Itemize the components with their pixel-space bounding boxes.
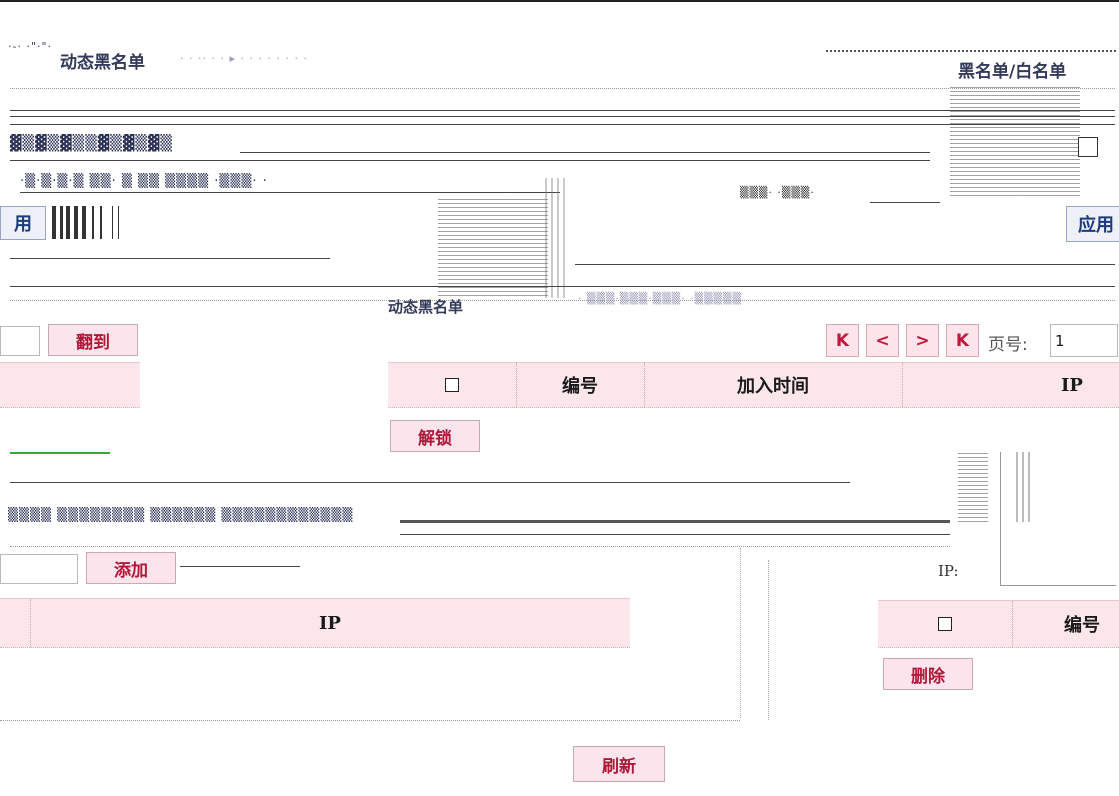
- divider: [10, 452, 110, 454]
- refresh-button-label: 刷新: [602, 756, 636, 777]
- divider: [10, 482, 850, 483]
- bar-decoration: [112, 206, 113, 239]
- column-header-number[interactable]: 编号: [1012, 601, 1119, 647]
- unlock-button[interactable]: 解锁: [390, 420, 480, 452]
- checkbox[interactable]: [1078, 137, 1098, 157]
- divider: [180, 566, 300, 567]
- bar-decoration: [100, 206, 102, 239]
- ip-list-table-header: 编号: [878, 600, 1119, 648]
- select-all-checkbox[interactable]: [445, 378, 459, 392]
- settings-text-row: ▒▒▒▒ ▒▒▒▒▒▒▒▒ ▒▒▒▒▒▒ ▒▒▒▒▒▒▒▒▒▒▒▒: [8, 508, 354, 523]
- apply-button-label: 应用: [1078, 215, 1114, 236]
- blacklist-table-header: 编号 加入时间 IP: [388, 362, 1119, 408]
- divider: [575, 264, 1115, 265]
- select-all-cell[interactable]: [878, 601, 1012, 647]
- glitch-block: [950, 86, 1080, 196]
- add-button-label: 添加: [114, 560, 148, 581]
- column-header-ip[interactable]: IP: [902, 363, 1119, 407]
- header-noise: · ▒▒▒·▒▒▒·▒▒▒· ·▒▒▒▒▒: [578, 292, 742, 305]
- settings-text-row: ▓▒▓▒▓▒▒▓▒▓▒▓▒: [10, 134, 173, 152]
- delete-button[interactable]: 删除: [883, 658, 973, 690]
- page-label: 页号:: [988, 335, 1028, 355]
- divider: [0, 720, 740, 721]
- panel-border: [768, 560, 770, 720]
- divider: [240, 152, 930, 153]
- whitelist-table-header: IP: [0, 598, 630, 648]
- ip-label: IP:: [938, 562, 959, 580]
- bar-decoration: [66, 206, 70, 239]
- page-jump-input[interactable]: [0, 326, 40, 356]
- select-all-cell[interactable]: [388, 363, 516, 407]
- divider: [400, 534, 950, 535]
- prev-page-icon: <: [875, 330, 890, 351]
- last-page-icon: K: [955, 330, 970, 351]
- refresh-button[interactable]: 刷新: [573, 746, 665, 782]
- bar-decoration: [118, 206, 119, 239]
- left-table-header: [0, 362, 140, 408]
- divider: [10, 546, 950, 547]
- bar-decoration: [74, 206, 78, 239]
- bar-decoration: [82, 206, 86, 239]
- column-header-added-time[interactable]: 加入时间: [644, 363, 902, 407]
- next-page-button[interactable]: >: [906, 324, 939, 357]
- bar-decoration: [92, 206, 94, 239]
- bar-decoration: [52, 206, 56, 239]
- ip-add-input[interactable]: [0, 554, 78, 584]
- panel-border: [740, 548, 742, 718]
- partial-button[interactable]: 用: [0, 206, 46, 240]
- jump-button-label: 翻到: [76, 332, 110, 353]
- column-header-ip[interactable]: IP: [30, 599, 630, 647]
- page-number-value: 1: [1055, 331, 1065, 350]
- first-page-button[interactable]: K: [826, 324, 859, 357]
- header-noise: · · ·· · · ▸ · · · · · · · ·: [180, 52, 308, 65]
- header-small-text: ·-· ·"·"·: [8, 40, 53, 53]
- settings-text-row: ·▒·▒·▒·▒ ▒▒· ▒ ▒▒ ▒▒▒▒ ·▒▒▒· ·: [20, 174, 268, 189]
- header-rule-right: [826, 50, 1116, 52]
- prev-page-button[interactable]: <: [866, 324, 899, 357]
- divider: [10, 286, 1115, 287]
- apply-button[interactable]: 应用: [1066, 206, 1119, 242]
- column-header-number[interactable]: 编号: [516, 363, 644, 407]
- next-page-icon: >: [915, 330, 930, 351]
- top-right-title: 黑名单/白名单: [958, 62, 1067, 82]
- ip-text-area[interactable]: [1000, 452, 1116, 586]
- divider: [10, 258, 330, 259]
- glitch-block: [438, 196, 548, 296]
- last-page-button[interactable]: K: [946, 324, 979, 357]
- divider: [10, 300, 1115, 301]
- unlock-button-label: 解锁: [418, 428, 452, 449]
- top-border: [0, 0, 1119, 2]
- settings-text-row: ▒▒▒· ·▒▒▒·: [740, 186, 815, 199]
- delete-button-label: 删除: [911, 666, 945, 687]
- top-panel-title: 动态黑名单: [60, 53, 145, 73]
- divider: [20, 192, 560, 193]
- glitch-block: [545, 178, 567, 298]
- divider: [870, 202, 940, 203]
- select-all-checkbox[interactable]: [938, 617, 952, 631]
- page-number-input[interactable]: 1: [1050, 324, 1118, 357]
- jump-button[interactable]: 翻到: [48, 324, 138, 356]
- bar-decoration: [60, 206, 63, 239]
- glitch-block: [958, 452, 988, 522]
- first-page-icon: K: [835, 330, 850, 351]
- divider: [400, 520, 950, 523]
- partial-button-label: 用: [14, 214, 32, 235]
- divider: [10, 160, 930, 161]
- mid-panel-title: 动态黑名单: [388, 298, 464, 316]
- add-button[interactable]: 添加: [86, 552, 176, 584]
